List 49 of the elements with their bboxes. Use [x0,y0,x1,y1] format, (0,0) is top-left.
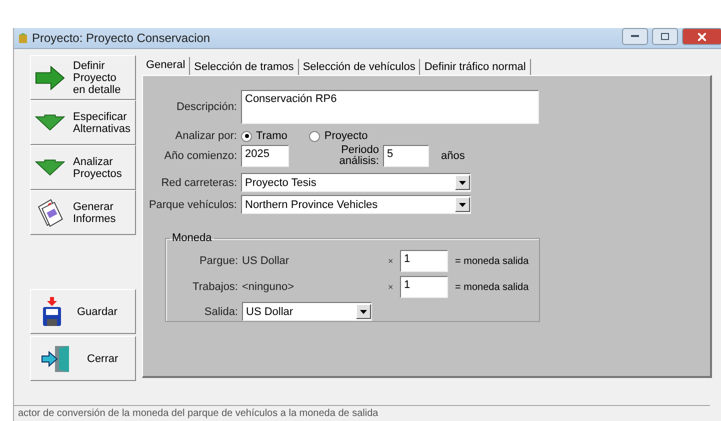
minimize-icon [631,35,639,38]
caret-icon [459,202,466,206]
step-button[interactable]: Analizar Proyectos [30,145,136,190]
year-field[interactable]: 2025 [241,145,289,167]
period-field[interactable]: 5 [383,145,429,167]
close-icon [698,32,706,40]
maximize-icon [661,33,669,40]
save-icon [41,296,63,326]
step-button[interactable]: Especificar Alternativas [30,100,136,145]
field-label: Salida: [203,306,238,318]
field-label: Red carreteras: [160,176,237,188]
field-label: Pargue: [198,255,238,267]
field-label: Año comienzo: [163,150,237,162]
output-currency-dropdown[interactable]: US Dollar [242,302,372,321]
factor-field[interactable]: 1 [400,250,448,272]
minimize-button[interactable] [622,28,648,45]
times-sign: × [388,256,394,266]
currency-name: US Dollar [242,255,290,267]
field-label: Analizar por: [174,130,237,142]
currency-name: <ninguno> [242,281,295,293]
action-button[interactable]: Cerrar [30,336,136,381]
action-button[interactable]: Guardar [30,289,136,334]
arrow-down-icon [35,114,65,132]
window-title: Proyecto: Proyecto Conservacion [32,31,212,45]
unit-label: años [441,150,465,162]
close-button[interactable] [682,28,721,45]
maximize-button[interactable] [652,28,678,45]
field-label: Descripción: [175,101,237,113]
arrow-down-icon [35,158,65,176]
step-button[interactable]: Generar Informes [30,190,136,235]
group-title: Moneda [171,232,213,244]
fleet-dropdown[interactable]: Northern Province Vehicles [241,195,471,214]
status-text: actor de conversión de la moneda del parque de vehículos a la moneda de salida [14,405,710,421]
caret-icon [459,180,466,184]
result-label: = moneda salida [455,282,529,292]
field-label: Parque vehículos: [148,198,237,210]
step-button[interactable]: Definir Proyecto en detalle [30,55,136,100]
caret-icon [360,310,367,314]
result-label: = moneda salida [455,256,529,266]
times-sign: × [388,282,394,292]
radio-option[interactable]: Proyecto [309,130,368,142]
arrow-right-icon [35,64,65,92]
field-label: Periodo análisis: [338,145,379,167]
radio-option[interactable]: Tramo [241,130,288,142]
network-dropdown[interactable]: Proyecto Tesis [241,173,471,192]
app-icon [18,32,28,44]
factor-field[interactable]: 1 [400,276,448,298]
field-label: Trabajos: [192,281,238,293]
description-field[interactable]: Conservación RP6 [241,90,539,124]
